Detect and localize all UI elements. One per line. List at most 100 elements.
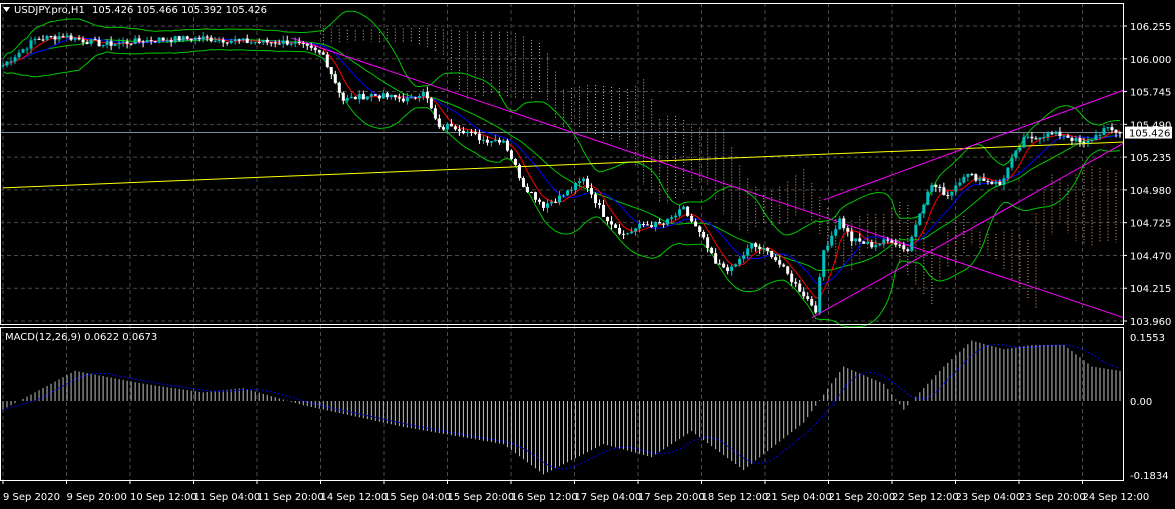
macd-histogram-bar [354, 401, 356, 417]
price-tick-label: 104.215 [1130, 284, 1171, 295]
candle-body [998, 181, 1002, 185]
candle-body [177, 36, 181, 41]
macd-histogram-bar [971, 340, 973, 401]
macd-histogram-bar [118, 379, 120, 401]
macd-histogram-bar [975, 341, 977, 401]
macd-histogram-bar [831, 383, 833, 401]
macd-histogram-bar [554, 401, 556, 469]
candle-body [113, 43, 117, 46]
macd-histogram-bar [815, 401, 817, 406]
macd-histogram-bar [150, 384, 152, 401]
price-chart[interactable]: 106.255106.000105.745105.490105.235104.9… [0, 0, 1175, 509]
candle-body [417, 96, 421, 98]
candle-body [882, 239, 886, 244]
candle-body [770, 250, 774, 258]
candle-body [101, 44, 105, 47]
candle-body [389, 94, 393, 98]
candle-body [638, 224, 642, 229]
macd-histogram-bar [462, 401, 464, 438]
candle-body [409, 97, 413, 99]
candle-body [682, 206, 686, 210]
candle-body [806, 296, 810, 299]
macd-histogram-bar [302, 401, 304, 406]
candle-body [473, 131, 477, 134]
macd-histogram-bar [703, 401, 705, 441]
candle-body [886, 239, 890, 241]
macd-histogram-bar [86, 373, 88, 401]
time-tick-label: 24 Sep 12:00 [1083, 492, 1150, 503]
candle-body [285, 40, 289, 45]
candle-body [293, 41, 297, 44]
macd-histogram-bar [903, 401, 905, 410]
macd-histogram-bar [434, 401, 436, 433]
macd-histogram-bar [895, 399, 897, 401]
macd-histogram-bar [458, 401, 460, 437]
price-tick-label: 104.725 [1130, 219, 1171, 230]
macd-histogram-bar [567, 401, 569, 463]
macd-histogram-bar [807, 401, 809, 417]
candle-body [570, 189, 574, 191]
candle-body [854, 238, 858, 242]
candle-body [525, 186, 529, 193]
macd-histogram-bar [1031, 344, 1033, 401]
macd-histogram-bar [1019, 346, 1021, 401]
macd-histogram-bar [94, 374, 96, 401]
macd-histogram-bar [863, 375, 865, 401]
candle-body [710, 247, 714, 254]
macd-histogram-bar [659, 401, 661, 452]
macd-histogram-bar [959, 351, 961, 401]
macd-histogram-bar [799, 401, 801, 426]
candle-body [578, 181, 582, 184]
macd-histogram-bar [98, 375, 100, 401]
candle-body [1, 65, 5, 67]
macd-histogram-bar [102, 376, 104, 401]
macd-histogram-bar [627, 401, 629, 451]
macd-histogram-bar [707, 401, 709, 444]
macd-histogram-bar [679, 401, 681, 439]
collapse-triangle-icon[interactable] [3, 7, 10, 12]
candle-body [413, 97, 417, 99]
macd-histogram-bar [579, 401, 581, 457]
candle-body [301, 42, 305, 44]
macd-histogram-bar [10, 401, 12, 406]
candle-body [986, 181, 990, 183]
candle-body [646, 224, 650, 226]
macd-histogram-bar [90, 373, 92, 401]
candle-body [61, 36, 65, 38]
macd-histogram-bar [326, 401, 328, 411]
candle-body [41, 39, 45, 41]
macd-histogram-bar [1119, 370, 1121, 401]
time-tick-label: 17 Sep 04:00 [575, 492, 642, 503]
macd-histogram-bar [78, 371, 80, 401]
macd-histogram-bar [74, 370, 76, 401]
macd-histogram-bar [190, 390, 192, 401]
macd-histogram-bar [486, 401, 488, 442]
macd-histogram-bar [787, 401, 789, 436]
macd-histogram-bar [2, 401, 4, 410]
candle-body [229, 41, 233, 44]
candle-body [898, 244, 902, 246]
candle-body [890, 240, 894, 243]
candle-body [485, 139, 489, 143]
macd-histogram-bar [835, 377, 837, 401]
macd-histogram-bar [62, 377, 64, 401]
candle-body [185, 36, 189, 39]
macd-histogram-bar [791, 401, 793, 433]
candle-body [862, 241, 866, 244]
candle-body [906, 249, 910, 251]
candle-body [205, 36, 209, 38]
macd-histogram-bar [795, 401, 797, 429]
candle-body [405, 97, 409, 102]
macd-histogram-bar [442, 401, 444, 434]
macd-histogram-bar [651, 401, 653, 458]
candle-body [966, 174, 970, 177]
candle-body [1002, 178, 1006, 185]
macd-histogram-bar [783, 401, 785, 439]
candle-body [129, 43, 133, 45]
candle-body [121, 41, 125, 43]
macd-histogram-bar [619, 401, 621, 449]
candle-body [337, 82, 341, 93]
macd-histogram-bar [182, 389, 184, 401]
candle-body [614, 224, 618, 228]
candle-body [902, 245, 906, 250]
